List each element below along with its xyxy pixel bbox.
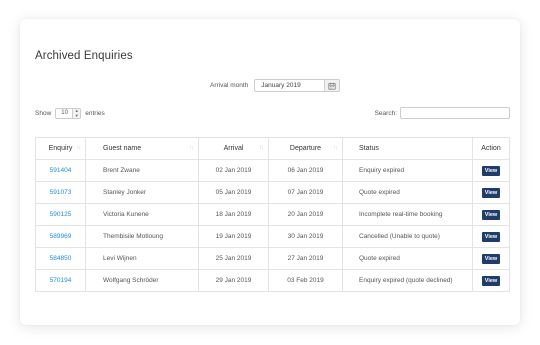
show-label: Show [35, 110, 52, 117]
calendar-button[interactable] [324, 79, 341, 92]
column-header-guest-name[interactable]: Guest name ↑↓ [85, 137, 199, 160]
table-row: 591073 Stanley Jonker 05 Jan 2019 07 Jan… [35, 181, 510, 204]
guest-name-cell: Levi Wijnen [85, 247, 199, 270]
select-arrows-icon: ▲ ▼ [72, 108, 81, 118]
enquiry-link[interactable]: 590125 [50, 211, 72, 218]
status-cell: Enquiry expired (quote declined) [342, 269, 473, 292]
page-title: Archived Enquiries [35, 50, 133, 62]
departure-cell: 27 Jan 2019 [268, 247, 343, 270]
view-button[interactable]: View [481, 187, 501, 198]
arrival-month-input[interactable]: January 2019 [254, 79, 325, 92]
sort-icon: ↑↓ [76, 145, 81, 151]
enquiry-link[interactable]: 584850 [50, 255, 72, 262]
enquiry-cell: 584850 [35, 247, 86, 270]
table-row: 590125 Victoria Kunene 18 Jan 2019 20 Ja… [35, 203, 510, 226]
enquiry-cell: 589969 [35, 225, 86, 248]
enquiry-link[interactable]: 591073 [50, 189, 72, 196]
search-label: Search: [374, 109, 397, 117]
sort-icon: ↑↓ [189, 145, 194, 151]
guest-name-cell: Stanley Jonker [85, 181, 199, 204]
view-button[interactable]: View [481, 165, 501, 176]
guest-name-cell: Thembisile Motloung [85, 225, 199, 248]
arrival-cell: 29 Jan 2019 [198, 269, 269, 292]
enquiry-link[interactable]: 570194 [50, 277, 72, 284]
status-cell: Incomplete real-time booking [342, 203, 473, 226]
status-cell: Quote expired [342, 181, 473, 204]
arrival-month-label: Arrival month [210, 82, 249, 89]
view-button[interactable]: View [481, 253, 501, 264]
entries-label: entries [85, 110, 105, 117]
guest-name-cell: Victoria Kunene [85, 203, 199, 226]
sort-icon: ↑↓ [333, 145, 338, 151]
guest-name-cell: Brent Zwane [85, 159, 199, 182]
search-control: Search: [375, 107, 510, 119]
departure-cell: 20 Jan 2019 [268, 203, 343, 226]
action-cell: View [472, 225, 510, 248]
guest-name-cell: Wolfgang Schröder [85, 269, 199, 292]
view-button[interactable]: View [481, 209, 501, 220]
arrival-cell: 05 Jan 2019 [198, 181, 269, 204]
view-button[interactable]: View [481, 275, 501, 286]
status-cell: Enquiry expired [342, 159, 473, 182]
column-header-enquiry[interactable]: Enquiry ↑↓ [35, 137, 86, 160]
action-cell: View [472, 269, 510, 292]
table-row: 584850 Levi Wijnen 25 Jan 2019 27 Jan 20… [35, 247, 510, 270]
enquiries-table: Enquiry ↑↓ Guest name ↑↓ Arrival ↑↓ Departu… [35, 137, 510, 292]
view-button[interactable]: View [481, 231, 501, 242]
column-header-departure[interactable]: Departure ↑↓ [268, 137, 343, 160]
column-header-arrival[interactable]: Arrival ↑↓ [198, 137, 269, 160]
departure-cell: 30 Jan 2019 [268, 225, 343, 248]
column-header-action: Action [472, 137, 510, 160]
action-cell: View [472, 247, 510, 270]
arrival-month-filter: Arrival month January 2019 [210, 78, 341, 93]
enquiry-link[interactable]: 591404 [50, 167, 72, 174]
enquiry-cell: 591073 [35, 181, 86, 204]
action-cell: View [472, 159, 510, 182]
archived-enquiries-card: Archived Enquiries Arrival month January… [20, 19, 520, 325]
status-cell: Cancelled (Unable to quote) [342, 225, 473, 248]
page-length-control: Show 10 ▲ ▼ entries [35, 108, 105, 119]
status-cell: Quote expired [342, 247, 473, 270]
arrival-cell: 25 Jan 2019 [198, 247, 269, 270]
arrival-cell: 19 Jan 2019 [198, 225, 269, 248]
enquiry-link[interactable]: 589969 [50, 233, 72, 240]
search-input[interactable] [400, 107, 510, 119]
sort-icon: ↑↓ [259, 145, 264, 151]
arrival-cell: 18 Jan 2019 [198, 203, 269, 226]
column-header-status[interactable]: Status [342, 137, 473, 160]
table-row: 570194 Wolfgang Schröder 29 Jan 2019 03 … [35, 269, 510, 292]
entries-select-value: 10 [61, 110, 68, 116]
table-row: 589969 Thembisile Motloung 19 Jan 2019 3… [35, 225, 510, 248]
enquiry-cell: 570194 [35, 269, 86, 292]
table-header-row: Enquiry ↑↓ Guest name ↑↓ Arrival ↑↓ Departu… [35, 137, 510, 160]
action-cell: View [472, 181, 510, 204]
departure-cell: 03 Feb 2019 [268, 269, 343, 292]
arrival-cell: 02 Jan 2019 [198, 159, 269, 182]
departure-cell: 07 Jan 2019 [268, 181, 343, 204]
enquiry-cell: 590125 [35, 203, 86, 226]
departure-cell: 06 Jan 2019 [268, 159, 343, 182]
action-cell: View [472, 203, 510, 226]
table-row: 591404 Brent Zwane 02 Jan 2019 06 Jan 20… [35, 159, 510, 182]
calendar-icon [328, 82, 336, 90]
entries-select[interactable]: 10 ▲ ▼ [55, 108, 82, 119]
enquiry-cell: 591404 [35, 159, 86, 182]
